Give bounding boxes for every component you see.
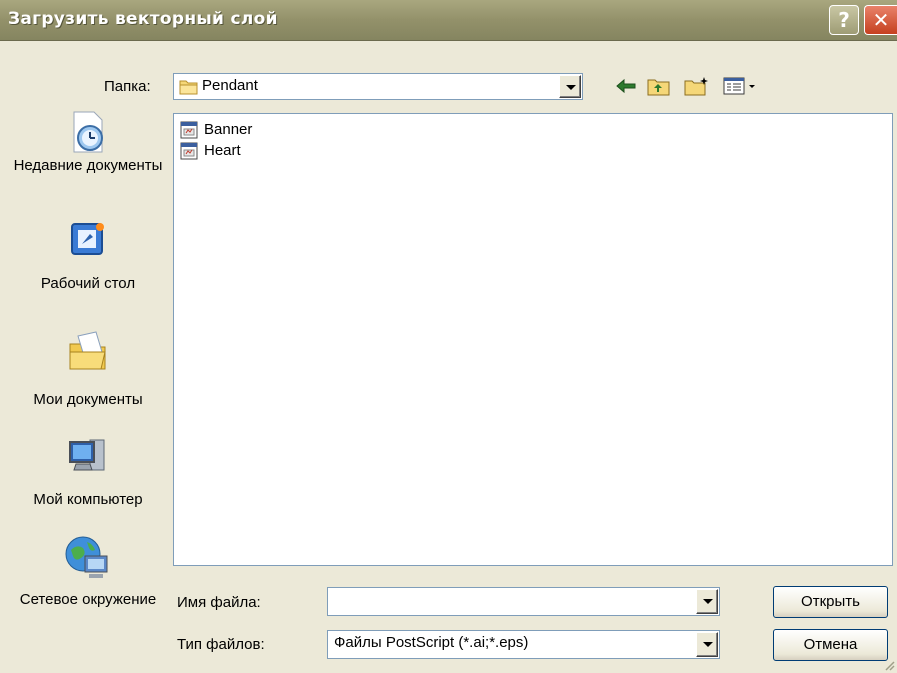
resize-grip-icon[interactable] (883, 659, 895, 671)
help-icon: ? (838, 8, 850, 32)
close-button[interactable]: ✕ (864, 5, 897, 35)
file-name: Banner (204, 121, 253, 138)
filetype-value: Файлы PostScript (*.ai;*.eps) (334, 634, 529, 651)
open-button[interactable]: Открыть (773, 586, 888, 618)
back-arrow-icon[interactable] (615, 76, 637, 96)
filetype-label: Тип файлов: (177, 636, 265, 653)
title-bar: Загрузить векторный слой ? ✕ (0, 0, 897, 41)
vector-file-icon (180, 142, 198, 160)
file-name: Heart (204, 142, 241, 159)
lookin-combo[interactable]: Pendant (173, 73, 583, 100)
filename-dropdown-button[interactable] (696, 589, 718, 614)
help-button[interactable]: ? (829, 5, 859, 35)
place-label: Рабочий стол (40, 275, 136, 292)
place-my-documents[interactable]: Мои документы (7, 328, 169, 409)
up-folder-icon[interactable] (647, 76, 671, 96)
place-label: Мои документы (33, 391, 143, 408)
lookin-label: Папка: (104, 78, 151, 95)
place-label: Сетевое окружение (19, 591, 157, 608)
new-folder-icon[interactable] (684, 76, 710, 96)
place-label: Недавние документы (13, 157, 163, 174)
places-bar: Недавние документы Рабочий стол Мои доку… (7, 108, 169, 620)
lookin-dropdown-button[interactable] (559, 75, 581, 98)
folder-icon (179, 80, 198, 95)
filename-input[interactable] (327, 587, 720, 616)
place-label: Мой компьютер (33, 491, 143, 508)
network-places-icon (65, 536, 108, 578)
filetype-select[interactable]: Файлы PostScript (*.ai;*.eps) (327, 630, 720, 659)
place-recent-documents[interactable]: Недавние документы (7, 108, 169, 175)
filetype-dropdown-button[interactable] (696, 632, 718, 657)
recent-documents-icon (73, 111, 103, 153)
lookin-value: Pendant (202, 77, 258, 94)
my-computer-icon (69, 439, 105, 471)
place-network[interactable]: Сетевое окружение (7, 534, 169, 609)
my-documents-icon (69, 331, 106, 370)
desktop-icon (71, 223, 104, 255)
place-desktop[interactable]: Рабочий стол (7, 218, 169, 293)
window-title: Загрузить векторный слой (8, 9, 278, 29)
filename-label: Имя файла: (177, 594, 261, 611)
close-icon: ✕ (872, 8, 890, 32)
file-list[interactable]: Banner Heart (173, 113, 893, 566)
vector-file-icon (180, 121, 198, 139)
cancel-button[interactable]: Отмена (773, 629, 888, 661)
view-menu-icon[interactable] (723, 76, 763, 96)
place-my-computer[interactable]: Мой компьютер (7, 434, 169, 509)
